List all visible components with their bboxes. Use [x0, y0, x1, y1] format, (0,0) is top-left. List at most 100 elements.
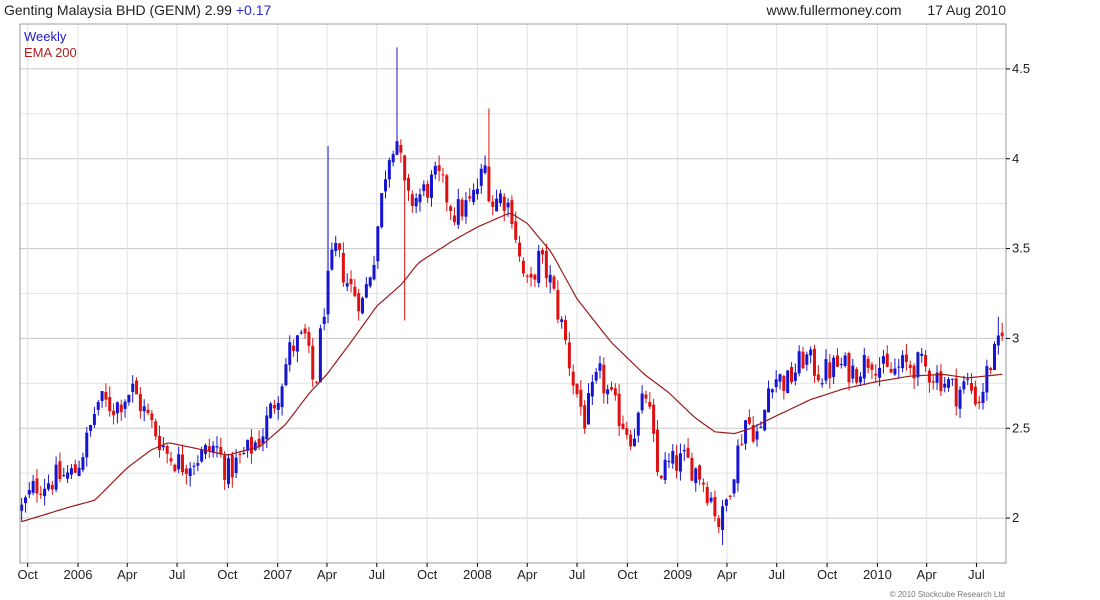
x-tick-label: Oct [617, 567, 638, 582]
candle-body [391, 154, 395, 163]
candle-body [422, 184, 426, 192]
candle-body [943, 383, 947, 388]
candle-body [629, 434, 633, 447]
candle-body [993, 343, 997, 371]
candle-body [786, 370, 790, 394]
candle-body [406, 177, 410, 191]
candle-body [384, 179, 388, 192]
ema-layer [21, 212, 1003, 523]
candle-body [334, 243, 338, 251]
x-tick-label: 2010 [863, 567, 892, 582]
x-tick-label: Oct [817, 567, 838, 582]
candle-body [445, 175, 449, 203]
candle-body [39, 493, 43, 495]
candle-body [380, 193, 384, 228]
candle-body [426, 183, 430, 198]
candle-body [177, 454, 181, 470]
candle-body [874, 373, 878, 376]
candle-body [556, 290, 560, 320]
candle-body [62, 475, 66, 477]
candle-body [138, 394, 142, 412]
candle-body [893, 368, 897, 375]
candle-body [855, 369, 859, 383]
candle-body [192, 465, 196, 467]
candle-body [173, 464, 177, 472]
candle-body [161, 445, 165, 448]
candle-body [357, 293, 361, 312]
candle-body [203, 445, 207, 454]
candle-body [280, 386, 284, 408]
candle-body [820, 383, 824, 385]
candle-body [127, 394, 131, 403]
candle-body [686, 447, 690, 458]
candle-body [655, 429, 659, 473]
candle-body [50, 484, 54, 490]
candle-body [112, 410, 116, 416]
candle-body [828, 362, 832, 379]
candle-body [996, 335, 1000, 346]
candle-body [242, 452, 246, 454]
candle-body [797, 351, 801, 374]
candle-body [839, 363, 843, 365]
candle-body [950, 378, 954, 380]
candle-body [284, 364, 288, 386]
candle-body [763, 409, 767, 431]
y-tick-label: 4.5 [1012, 61, 1030, 76]
legend-weekly: Weekly [24, 29, 67, 44]
candle-body [778, 374, 782, 382]
candle-body [188, 468, 192, 477]
candle-body [491, 201, 495, 207]
candle-body [311, 345, 315, 380]
candle-body [885, 353, 889, 367]
candle-body [541, 250, 545, 255]
candle-body [472, 189, 476, 203]
candle-body [349, 278, 353, 285]
candle-body [544, 250, 548, 279]
candle-body [372, 264, 376, 280]
candle-body [644, 394, 648, 399]
candle-body [253, 442, 257, 451]
candle-body [698, 465, 702, 480]
candle-body [632, 438, 636, 447]
y-tick-label: 4 [1012, 151, 1019, 166]
candle-body [514, 221, 518, 240]
candle-body [590, 381, 594, 397]
candle-body [108, 397, 112, 412]
candle-body [579, 389, 583, 407]
candle-body [560, 319, 564, 322]
candle-body [506, 202, 510, 208]
candle-body [881, 356, 885, 364]
candle-body [613, 388, 617, 396]
candle-body [410, 194, 414, 206]
candle-body [303, 328, 307, 334]
candle-body [816, 374, 820, 381]
candle-body [43, 488, 47, 497]
candle-body [832, 357, 836, 378]
candle-body [215, 446, 219, 448]
candle-body [89, 424, 93, 431]
candle-body [158, 436, 162, 451]
candle-body [663, 459, 667, 480]
candle-body [460, 199, 464, 217]
candle-body [866, 358, 870, 368]
candle-body [361, 298, 365, 314]
candle-body [364, 284, 368, 298]
candle-body [498, 193, 502, 203]
candle-body [648, 402, 652, 407]
x-tick-label: Jul [569, 567, 586, 582]
candle-body [441, 174, 445, 176]
candle-body [414, 198, 418, 207]
candle-body [338, 243, 342, 250]
candle-body [724, 499, 728, 506]
candle-body [272, 404, 276, 409]
candle-body [606, 389, 610, 395]
ema-200-line [21, 212, 1003, 523]
candle-body [851, 365, 855, 379]
candle-body [709, 497, 713, 502]
candle-body [552, 276, 556, 289]
candle-body [387, 160, 391, 180]
candle-body [376, 226, 380, 262]
candle-body [947, 379, 951, 388]
x-tick-label: Jul [968, 567, 985, 582]
candle-body [249, 436, 253, 454]
